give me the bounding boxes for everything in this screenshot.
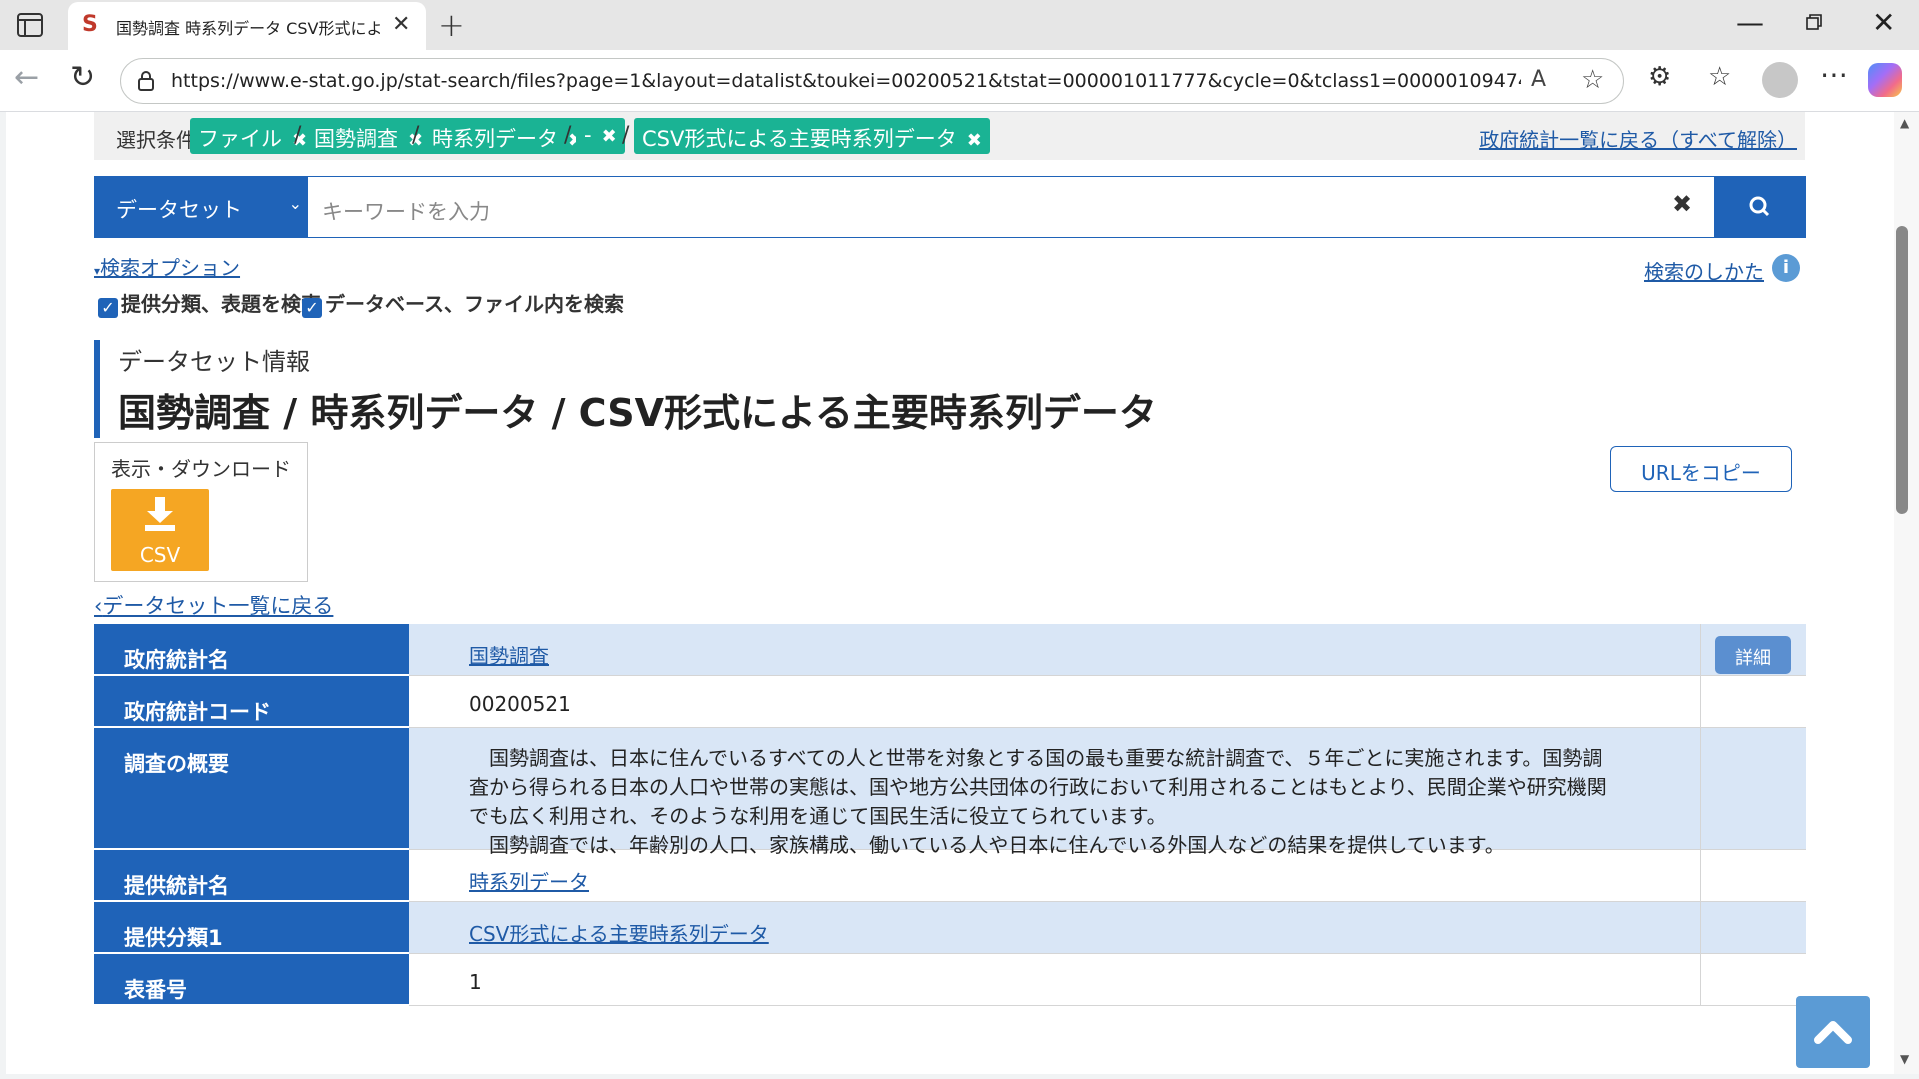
info-icon[interactable]: i: [1772, 254, 1800, 282]
section-accent-bar: [94, 340, 100, 438]
restore-icon[interactable]: [1806, 14, 1822, 30]
back-icon[interactable]: ←: [14, 60, 39, 95]
row-header: 調査の概要: [94, 728, 409, 850]
tab-actions-icon[interactable]: [16, 12, 44, 38]
condition-chip-csv[interactable]: CSV形式による主要時系列データ ✖: [634, 118, 990, 154]
row-header: 提供統計名: [94, 850, 409, 902]
row-extra: [1700, 954, 1806, 1006]
tab-close-icon[interactable]: ✕: [392, 12, 410, 37]
row-header: 政府統計名: [94, 624, 409, 676]
profile-avatar[interactable]: [1762, 62, 1798, 98]
web-page: 選択条件: ファイル✖ / 国勢調査✖ / 時系列データ✖ / -✖ / CSV…: [6, 112, 1894, 1074]
condition-chip-dash[interactable]: - ✖: [576, 118, 625, 154]
row-header: 提供分類1: [94, 902, 409, 954]
download-label: 表示・ダウンロード: [111, 457, 291, 481]
search-type-select[interactable]: データセット ⌄: [94, 176, 308, 238]
checkbox-checked-icon[interactable]: ✓: [302, 298, 322, 318]
stat-name-link[interactable]: 国勢調査: [469, 644, 549, 668]
separator: /: [412, 123, 420, 148]
new-tab-icon[interactable]: +: [438, 6, 465, 44]
page-title: 国勢調査 / 時系列データ / CSV形式による主要時系列データ: [118, 391, 1157, 435]
more-menu-icon[interactable]: ⋯: [1820, 58, 1848, 91]
provided-stat-link[interactable]: 時系列データ: [469, 870, 589, 894]
browser-toolbar: ← ↻ https://www.e-stat.go.jp/stat-search…: [0, 50, 1919, 112]
copy-url-button[interactable]: URLをコピー: [1610, 446, 1792, 492]
row-extra: [1700, 728, 1806, 850]
row-value: 国勢調査は、日本に住んでいるすべての人と世帯を対象とする国の最も重要な統計調査で…: [409, 728, 1700, 857]
selection-conditions-bar: 選択条件: ファイル✖ / 国勢調査✖ / 時系列データ✖ / -✖ / CSV…: [94, 112, 1805, 160]
scrollbar-thumb[interactable]: [1896, 226, 1908, 514]
keyword-search-input[interactable]: キーワードを入力: [308, 176, 1720, 238]
row-extra: [1700, 676, 1806, 728]
classification-link[interactable]: CSV形式による主要時系列データ: [469, 922, 769, 946]
row-header: 政府統計コード: [94, 676, 409, 728]
remove-chip-icon[interactable]: ✖: [967, 130, 982, 151]
search-button[interactable]: [1714, 176, 1806, 238]
table-row: 政府統計名 国勢調査 詳細: [94, 624, 1806, 676]
checkbox-database-file[interactable]: ✓ データベース、ファイル内を検索: [302, 288, 624, 318]
browser-tab-bar: S 国勢調査 時系列データ CSV形式によ ✕ + — ✕: [0, 0, 1919, 50]
row-header: 表番号: [94, 954, 409, 1006]
table-row: 表番号 1: [94, 954, 1806, 1006]
checkbox-classification-title[interactable]: ✓ 提供分類、表題を検索: [98, 288, 321, 318]
scroll-down-icon[interactable]: ▼: [1900, 1052, 1909, 1066]
back-to-dataset-list-link[interactable]: ‹データセット一覧に戻る: [94, 590, 333, 620]
url-text[interactable]: https://www.e-stat.go.jp/stat-search/fil…: [171, 70, 1521, 92]
search-options-link[interactable]: ▾検索オプション: [94, 252, 240, 281]
extensions-icon[interactable]: ⚙: [1648, 62, 1671, 92]
table-row: 政府統計コード 00200521: [94, 676, 1806, 728]
clear-search-icon[interactable]: ✖: [1672, 190, 1692, 218]
separator: /: [622, 123, 630, 148]
chevron-down-icon: ⌄: [288, 194, 302, 213]
checkbox-checked-icon[interactable]: ✓: [98, 298, 118, 318]
row-extra: [1700, 902, 1806, 954]
copilot-icon[interactable]: [1868, 63, 1902, 97]
download-box: 表示・ダウンロード CSV: [94, 442, 308, 582]
tab-title: 国勢調査 時系列データ CSV形式によ: [116, 19, 380, 38]
favorites-icon[interactable]: ☆: [1708, 62, 1731, 92]
table-row: 提供分類1 CSV形式による主要時系列データ: [94, 902, 1806, 954]
lock-icon[interactable]: [135, 70, 157, 92]
row-value: 国勢調査: [409, 624, 1700, 676]
scroll-up-icon[interactable]: ▲: [1900, 116, 1909, 130]
row-value: 時系列データ: [409, 850, 1700, 902]
detail-button[interactable]: 詳細: [1715, 636, 1791, 674]
table-row: 調査の概要 国勢調査は、日本に住んでいるすべての人と世帯を対象とする国の最も重要…: [94, 728, 1806, 857]
window-close-icon[interactable]: ✕: [1872, 6, 1895, 39]
table-row: 提供統計名 時系列データ: [94, 850, 1806, 902]
search-icon: [1749, 196, 1770, 217]
remove-chip-icon[interactable]: ✖: [602, 126, 617, 147]
address-bar[interactable]: https://www.e-stat.go.jp/stat-search/fil…: [120, 58, 1624, 104]
section-label: データセット情報: [118, 348, 310, 376]
favorite-star-icon[interactable]: ☆: [1581, 65, 1604, 95]
chevron-up-icon: [1814, 1021, 1852, 1044]
row-value: 00200521: [409, 676, 1700, 728]
reload-icon[interactable]: ↻: [70, 60, 95, 95]
site-favicon-icon: S: [82, 12, 98, 37]
read-aloud-icon[interactable]: A: [1531, 67, 1546, 92]
row-value: CSV形式による主要時系列データ: [409, 902, 1700, 954]
browser-tab[interactable]: S 国勢調査 時系列データ CSV形式によ ✕: [68, 2, 426, 50]
download-icon: [145, 497, 175, 531]
back-to-top-button[interactable]: [1796, 996, 1870, 1068]
csv-download-button[interactable]: CSV: [111, 489, 209, 571]
row-extra: 詳細: [1700, 624, 1806, 676]
minimize-icon[interactable]: —: [1736, 6, 1764, 39]
search-help-link[interactable]: 検索のしかた: [1644, 256, 1764, 285]
survey-summary: 国勢調査は、日本に住んでいるすべての人と世帯を対象とする国の最も重要な統計調査で…: [469, 746, 1607, 857]
separator: /: [564, 123, 572, 148]
row-value: 1: [409, 954, 1700, 1006]
row-extra: [1700, 850, 1806, 902]
back-to-stats-list-link[interactable]: 政府統計一覧に戻る（すべて解除）: [1479, 124, 1797, 153]
separator: /: [294, 123, 302, 148]
